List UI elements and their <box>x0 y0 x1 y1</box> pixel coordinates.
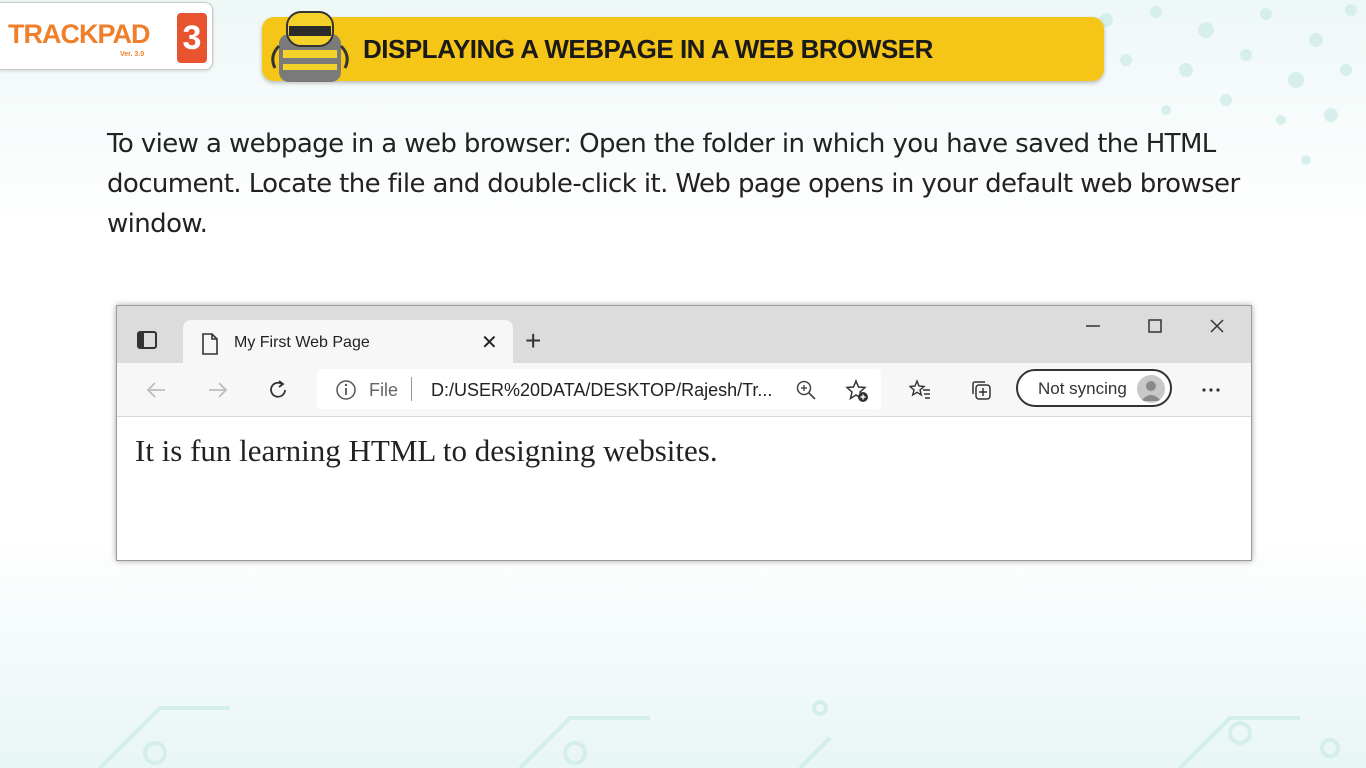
webpage-text: It is fun learning HTML to designing web… <box>135 433 718 468</box>
browser-tab[interactable]: My First Web Page ✕ <box>183 320 513 364</box>
address-url[interactable]: D:/USER%20DATA/DESKTOP/Rajesh/Tr... <box>431 380 772 401</box>
favorites-icon[interactable] <box>909 379 931 401</box>
forward-arrow-icon[interactable] <box>207 379 229 401</box>
browser-titlebar: My First Web Page ✕ + <box>117 306 1251 364</box>
plus-icon[interactable]: + <box>525 327 541 355</box>
tab-actions-icon[interactable] <box>135 328 159 352</box>
logo-text: TRACKPAD <box>8 19 150 49</box>
instruction-text: To view a webpage in a web browser: Open… <box>107 129 1240 239</box>
profile-icon <box>1137 375 1165 403</box>
close-icon[interactable]: ✕ <box>481 333 499 353</box>
tab-title: My First Web Page <box>234 334 370 351</box>
minimize-icon[interactable] <box>1085 318 1101 334</box>
profile-sync-button[interactable]: Not syncing <box>1016 369 1172 407</box>
browser-toolbar: File D:/USER%20DATA/DESKTOP/Rajesh/Tr... <box>117 363 1251 417</box>
browser-window: My First Web Page ✕ + File D:/USER%20DAT <box>116 305 1252 561</box>
refresh-icon[interactable] <box>267 379 289 401</box>
more-icon[interactable] <box>1200 379 1222 401</box>
address-bar[interactable]: File D:/USER%20DATA/DESKTOP/Rajesh/Tr... <box>317 369 881 409</box>
sync-status-label: Not syncing <box>1038 379 1127 398</box>
add-favorite-icon[interactable] <box>845 379 869 403</box>
logo-badge: 3 <box>177 13 207 63</box>
page-title: DISPLAYING A WEBPAGE IN A WEB BROWSER <box>363 34 933 64</box>
window-close-icon[interactable] <box>1209 318 1225 334</box>
address-separator <box>411 377 412 401</box>
backpack-icon <box>271 11 349 82</box>
logo-version: Ver. 3.0 <box>120 51 145 58</box>
page-icon <box>202 333 218 355</box>
address-scheme-label: File <box>369 380 399 400</box>
info-icon[interactable] <box>335 379 357 401</box>
zoom-icon[interactable] <box>795 379 817 401</box>
maximize-icon[interactable] <box>1147 318 1163 334</box>
back-arrow-icon[interactable] <box>145 379 167 401</box>
collections-icon[interactable] <box>970 379 992 401</box>
background-circuit-decoration <box>98 700 1340 768</box>
trackpad-logo: TRACKPAD Ver. 3.0 3 <box>0 2 213 70</box>
browser-page-content: It is fun learning HTML to designing web… <box>117 417 1251 560</box>
